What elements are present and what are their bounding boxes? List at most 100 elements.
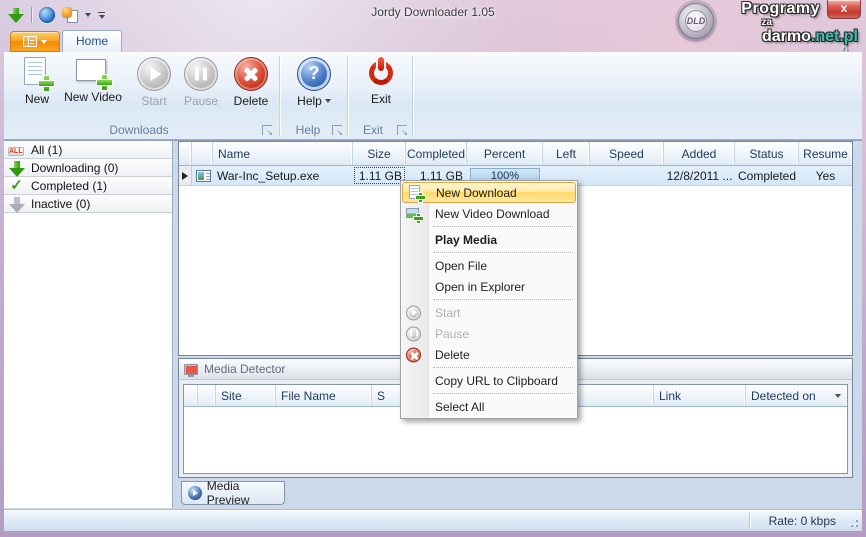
file-icon: [196, 170, 211, 182]
sidebar-item-all[interactable]: ALL All (1): [4, 141, 172, 159]
menu-item-start: Start: [401, 302, 577, 323]
new-document-icon: [22, 57, 52, 89]
sidebar-item-downloading[interactable]: Downloading (0): [4, 159, 172, 177]
ribbon-tab-row: Home: [0, 30, 866, 52]
group-separator: [347, 56, 348, 136]
sidebar-item-completed[interactable]: ✓ Completed (1): [4, 177, 172, 195]
new-video-icon: [76, 57, 110, 87]
play-icon: [406, 305, 421, 320]
media-detector-title: Media Detector: [204, 362, 285, 376]
delete-button[interactable]: Delete: [226, 57, 276, 119]
filter-arrow-icon[interactable]: [835, 394, 841, 398]
md-column-link[interactable]: Link: [654, 385, 746, 406]
menu-item-open-in-explorer[interactable]: Open in Explorer: [401, 276, 577, 297]
delete-icon: [406, 347, 421, 362]
sidebar-item-label: Downloading (0): [31, 161, 118, 175]
sidebar-item-label: Completed (1): [31, 179, 107, 193]
new-video-icon: [406, 206, 422, 222]
cell-speed[interactable]: [590, 166, 664, 185]
tab-home[interactable]: Home: [62, 30, 122, 52]
file-icon-cell: [192, 166, 213, 185]
check-icon: ✓: [8, 178, 25, 194]
column-header-resume[interactable]: Resume: [799, 142, 852, 165]
group-label-downloads: Downloads: [8, 121, 270, 138]
rate-status: Rate: 0 kbps: [769, 510, 836, 532]
window-title: Jordy Downloader 1.05: [0, 5, 866, 19]
media-detector-icon: [184, 364, 198, 375]
close-button[interactable]: x: [827, 0, 861, 19]
all-icon: ALL: [8, 142, 25, 158]
new-video-button[interactable]: New Video: [62, 57, 124, 119]
md-column-file-name[interactable]: File Name: [276, 385, 372, 406]
media-preview-tab[interactable]: Media Preview: [181, 481, 285, 505]
delete-icon: [234, 57, 268, 91]
exit-button[interactable]: Exit: [357, 57, 405, 119]
cell-status[interactable]: Completed: [735, 166, 799, 185]
cell-name[interactable]: War-Inc_Setup.exe: [213, 166, 353, 185]
menu-item-copy-url-to-clipboard[interactable]: Copy URL to Clipboard: [401, 370, 577, 391]
sidebar-item-label: All (1): [31, 143, 62, 157]
menu-item-new-download[interactable]: New Download: [402, 182, 576, 203]
media-preview-icon: [188, 486, 202, 500]
menu-item-delete[interactable]: Delete: [401, 344, 577, 365]
column-header-indicator: [179, 142, 192, 165]
group-label-exit: Exit: [349, 121, 397, 138]
dropdown-arrow-icon: [325, 99, 331, 103]
downloads-dialog-launcher[interactable]: ↘: [262, 125, 272, 135]
group-label-help: Help: [281, 121, 335, 138]
app-menu-icon: [23, 36, 37, 47]
app-window: Jordy Downloader 1.05 x DLD Programy za …: [0, 0, 866, 537]
cell-resume[interactable]: Yes: [799, 166, 852, 185]
md-column-site[interactable]: Site: [216, 385, 276, 406]
group-separator: [412, 56, 413, 136]
help-dialog-launcher[interactable]: ↘: [332, 125, 342, 135]
column-header-completed[interactable]: Completed: [406, 142, 467, 165]
md-column-icon: [198, 385, 216, 406]
pause-button: Pause: [178, 57, 224, 119]
md-column-detected-on[interactable]: Detected on: [746, 385, 847, 406]
application-menu-button[interactable]: [10, 31, 60, 52]
column-header-added[interactable]: Added: [664, 142, 735, 165]
new-button[interactable]: New: [14, 57, 60, 119]
media-preview-label: Media Preview: [207, 479, 284, 507]
downloads-table-header: Name Size Completed Percent Left Speed A…: [179, 142, 852, 166]
pause-icon: [406, 326, 421, 341]
status-bar: Rate: 0 kbps: [4, 509, 862, 531]
downloading-icon: [8, 160, 25, 176]
help-button[interactable]: ? Help: [287, 57, 341, 119]
sidebar-item-label: Inactive (0): [31, 197, 90, 211]
menu-item-open-file[interactable]: Open File: [401, 255, 577, 276]
column-header-name[interactable]: Name: [213, 142, 353, 165]
column-header-left[interactable]: Left: [543, 142, 590, 165]
group-separator: [279, 56, 280, 136]
category-sidebar: ALL All (1) Downloading (0) ✓ Completed …: [4, 141, 173, 508]
sidebar-item-inactive[interactable]: Inactive (0): [4, 195, 172, 213]
resize-grip[interactable]: [846, 515, 858, 527]
play-icon: [137, 57, 171, 91]
status-separator: [749, 513, 750, 528]
row-arrow-icon: [182, 172, 188, 180]
cell-added[interactable]: 12/8/2011 ...: [664, 166, 735, 185]
power-icon: [365, 57, 397, 89]
md-column-indicator: [184, 385, 198, 406]
watermark-line2: za: [682, 18, 772, 28]
title-bar: Jordy Downloader 1.05 x DLD Programy za …: [0, 0, 866, 30]
column-header-size[interactable]: Size: [353, 142, 406, 165]
inactive-icon: [8, 196, 25, 212]
help-icon: ?: [297, 57, 331, 91]
new-document-icon: [408, 185, 424, 201]
menu-item-pause: Pause: [401, 323, 577, 344]
column-header-status[interactable]: Status: [735, 142, 799, 165]
menu-item-play-media[interactable]: Play Media: [401, 229, 577, 250]
exit-dialog-launcher[interactable]: ↘: [397, 125, 407, 135]
start-button: Start: [131, 57, 177, 119]
menu-item-select-all[interactable]: Select All: [401, 396, 577, 417]
ribbon: New New Video Start Pause Delete ? Help …: [4, 52, 862, 140]
column-header-icon: [192, 142, 213, 165]
column-header-percent[interactable]: Percent: [467, 142, 543, 165]
context-menu: New Download New Video Download Play Med…: [400, 180, 578, 419]
column-header-speed[interactable]: Speed: [590, 142, 664, 165]
dropdown-arrow-icon: [41, 40, 47, 44]
cell-size[interactable]: 1.11 GB: [353, 166, 406, 185]
menu-item-new-video-download[interactable]: New Video Download: [401, 203, 577, 224]
